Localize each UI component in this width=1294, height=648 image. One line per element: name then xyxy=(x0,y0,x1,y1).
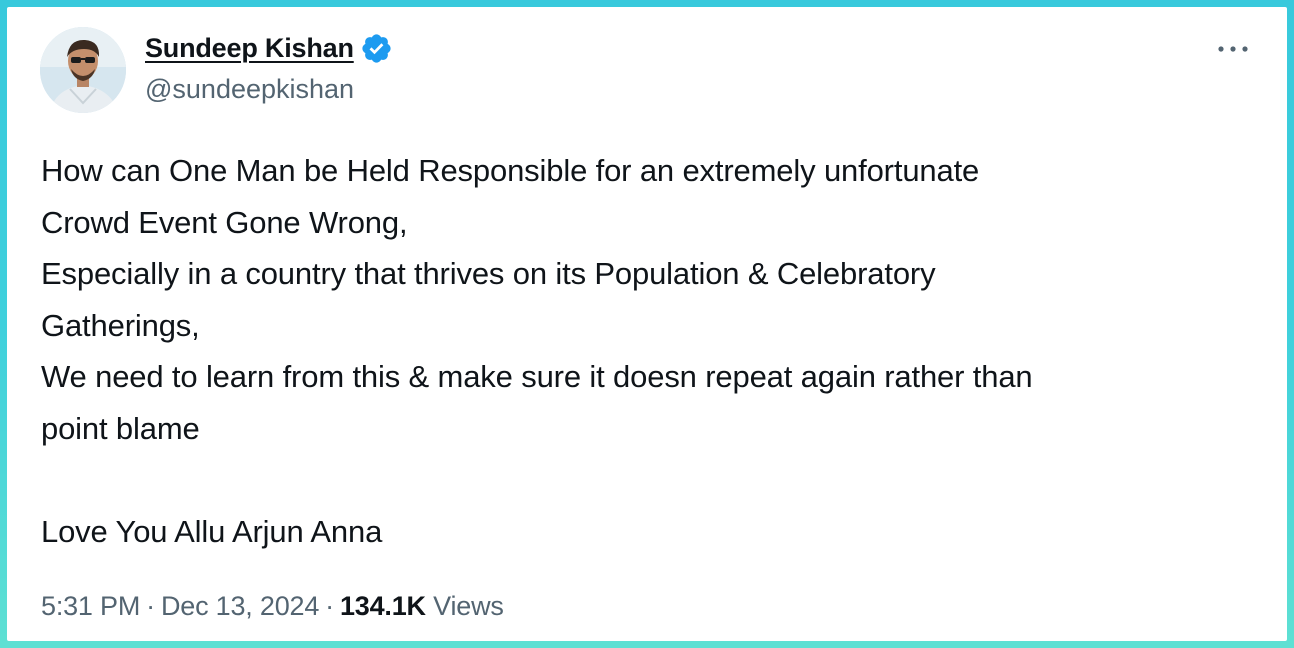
tweet-date[interactable]: Dec 13, 2024 xyxy=(161,591,319,621)
tweet-line: We need to learn from this & make sure i… xyxy=(41,359,1033,394)
tweet-text: How can One Man be Held Responsible for … xyxy=(41,145,1261,557)
tweet-line: How can One Man be Held Responsible for … xyxy=(41,153,980,188)
tweet-line: point blame xyxy=(41,410,200,446)
tweet-line: Love You Allu Arjun Anna xyxy=(41,513,383,549)
views-label: Views xyxy=(433,591,504,621)
tweet-line: Crowd Event Gone Wrong, xyxy=(41,204,408,240)
more-options-icon[interactable] xyxy=(1213,37,1253,61)
meta-separator: · xyxy=(325,591,334,621)
meta-separator: · xyxy=(146,591,155,621)
views-count[interactable]: 134.1K xyxy=(340,591,426,621)
verified-badge-icon[interactable] xyxy=(360,32,393,65)
tweet-line: Gatherings, xyxy=(41,307,200,343)
tweet-line: Especially in a country that thrives on … xyxy=(41,256,936,291)
tweet-meta: 5:31 PM · Dec 13, 2024 · 134.1K Views xyxy=(41,591,504,622)
tweet-card: Sundeep Kishan @sundeepkishan How can On… xyxy=(7,7,1287,641)
author-display-name[interactable]: Sundeep Kishan xyxy=(145,33,354,64)
author-name-row: Sundeep Kishan xyxy=(145,30,393,66)
avatar[interactable] xyxy=(40,27,126,113)
tweet-time[interactable]: 5:31 PM xyxy=(41,591,140,621)
author-handle[interactable]: @sundeepkishan xyxy=(145,74,354,105)
